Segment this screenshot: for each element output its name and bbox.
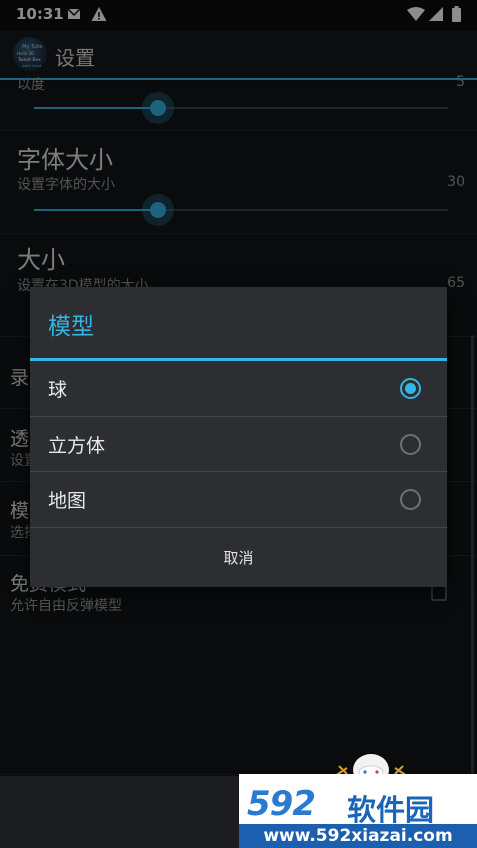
option-sphere[interactable]: 球 xyxy=(30,361,447,416)
pref-record-title[interactable]: 录 xyxy=(10,363,29,390)
svg-text:word cloud: word cloud xyxy=(22,64,41,68)
watermark: 592 软件园 www.592xiazai.com xyxy=(239,774,477,848)
free-mode-checkbox[interactable] xyxy=(431,585,447,601)
watermark-url: www.592xiazai.com xyxy=(239,824,477,848)
pref-font-size-summary: 设置字体的大小 xyxy=(17,177,115,193)
status-time: 10:31 xyxy=(16,5,64,23)
pref-model-title[interactable]: 模 xyxy=(10,496,29,523)
radio-unselected-icon[interactable] xyxy=(400,434,421,455)
alert-icon xyxy=(91,7,107,21)
pref-speed-summary: 以度 xyxy=(17,77,45,93)
scrollbar[interactable] xyxy=(471,335,474,775)
battery-icon xyxy=(452,6,461,22)
font-size-seekbar-thumb[interactable] xyxy=(142,194,174,226)
svg-text:Tweet Box: Tweet Box xyxy=(17,57,41,63)
signal-icon xyxy=(429,7,443,21)
font-size-seekbar-fill xyxy=(34,209,158,211)
radio-unselected-icon[interactable] xyxy=(400,489,421,510)
divider xyxy=(0,233,477,234)
radio-selected-icon[interactable] xyxy=(400,378,421,399)
app-logo-icon[interactable]: My Tube Hello 3D Tweet Box word cloud xyxy=(13,37,47,71)
model-dialog: 模型 球 立方体 地图 取消 xyxy=(30,287,447,587)
pref-font-size-value: 30 xyxy=(447,174,465,190)
pref-free-mode-summary: 允许自由反弹模型 xyxy=(10,598,122,614)
watermark-logo: 592 xyxy=(247,784,316,824)
status-bar: 10:31 xyxy=(0,0,477,30)
divider xyxy=(0,130,477,131)
option-label: 地图 xyxy=(48,490,87,512)
mail-icon xyxy=(67,8,81,19)
font-size-seekbar[interactable] xyxy=(34,209,448,211)
wifi-icon xyxy=(407,7,425,21)
option-cube[interactable]: 立方体 xyxy=(30,417,447,472)
action-bar: My Tube Hello 3D Tweet Box word cloud 设置 xyxy=(0,30,477,80)
speed-seekbar[interactable] xyxy=(34,107,448,109)
pref-font-size-title: 字体大小 xyxy=(17,146,113,174)
speed-seekbar-fill xyxy=(34,107,158,109)
watermark-name: 软件园 xyxy=(347,793,435,827)
dialog-title: 模型 xyxy=(48,314,94,340)
svg-text:Hello 3D: Hello 3D xyxy=(17,51,34,56)
option-label: 立方体 xyxy=(48,435,106,457)
option-map[interactable]: 地图 xyxy=(30,472,447,527)
pref-transparency-title[interactable]: 透 xyxy=(10,424,29,451)
cancel-button[interactable]: 取消 xyxy=(30,527,447,587)
svg-text:My Tube: My Tube xyxy=(22,44,43,50)
pref-size-value: 65 xyxy=(447,275,465,291)
pref-size-title: 大小 xyxy=(17,246,65,274)
pref-speed-value: 5 xyxy=(456,74,465,90)
option-label: 球 xyxy=(48,379,68,401)
speed-seekbar-thumb[interactable] xyxy=(142,92,174,124)
page-title: 设置 xyxy=(55,46,95,70)
